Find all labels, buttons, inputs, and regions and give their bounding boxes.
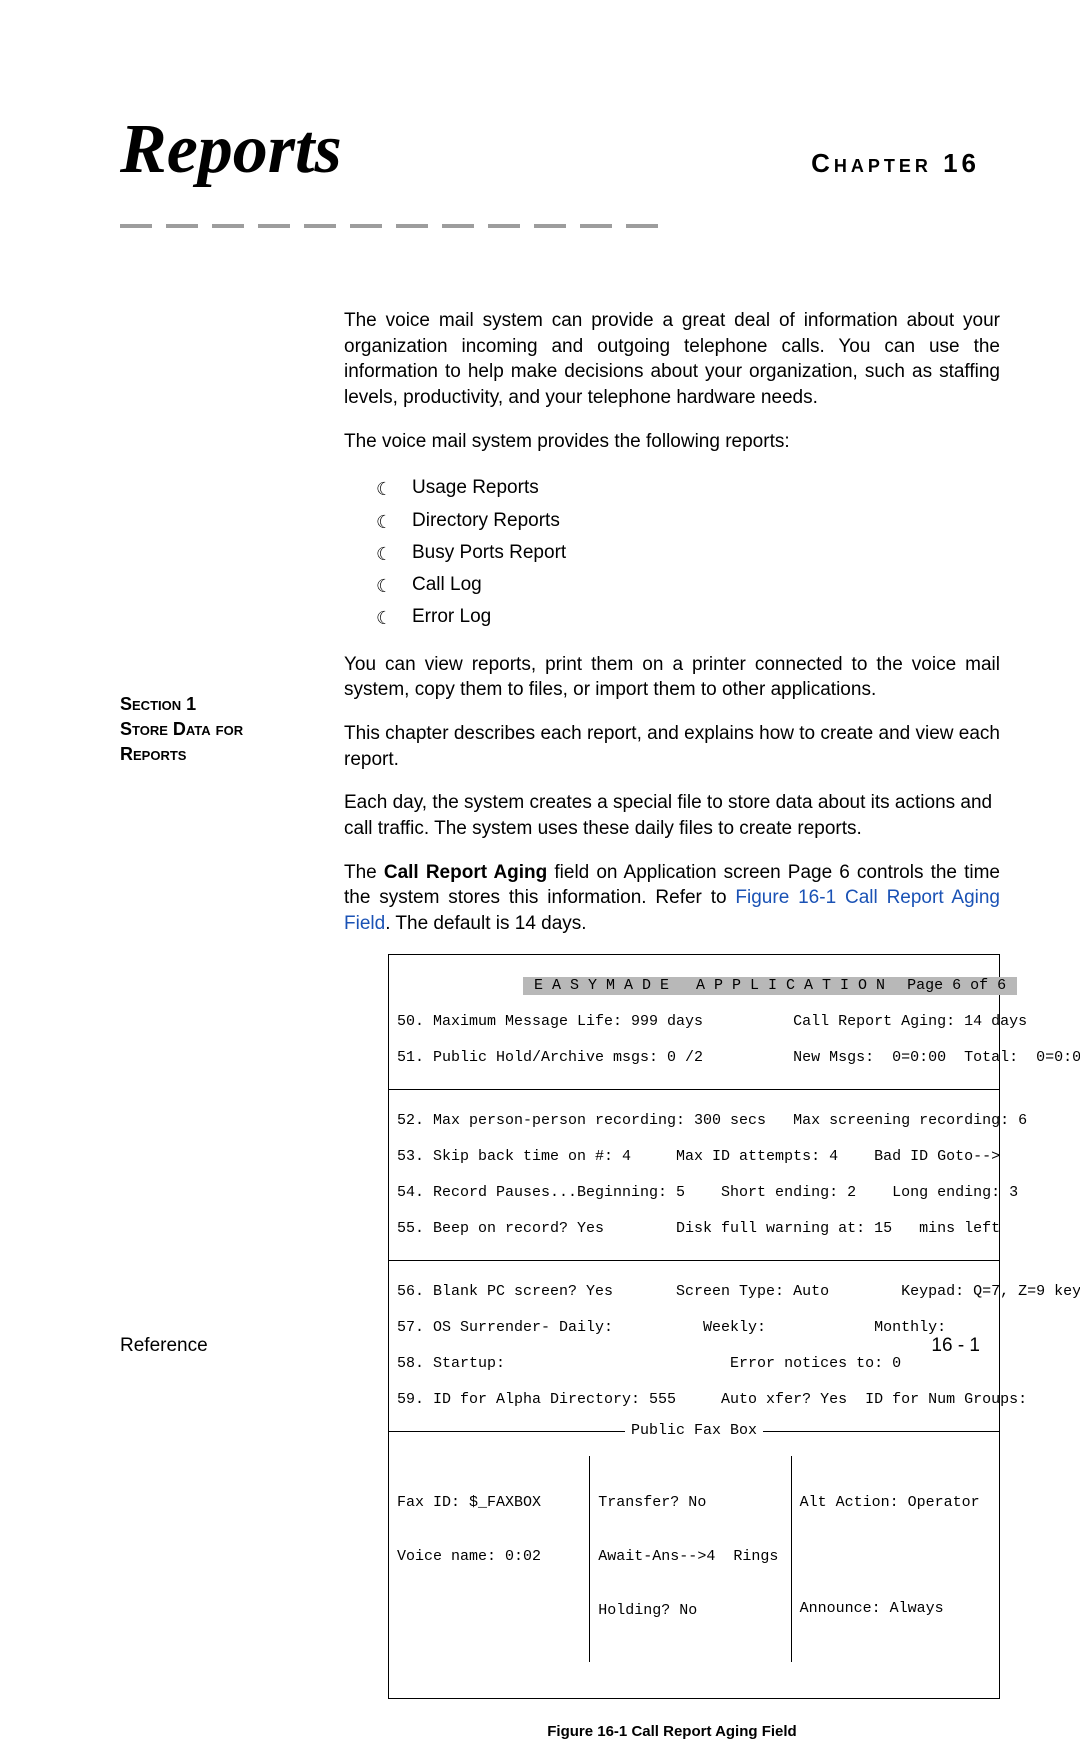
terminal-screenshot: E A S Y M A D E A P P L I C A T I O N Pa… bbox=[388, 954, 1000, 1699]
terminal-line: Fax ID: $_FAXBOX bbox=[397, 1494, 581, 1512]
list-item: Usage Reports bbox=[376, 472, 1000, 504]
list-item: Directory Reports bbox=[376, 505, 1000, 537]
terminal-line: 52. Max person-person recording: 300 sec… bbox=[397, 1112, 991, 1130]
footer-page-number: 16 - 1 bbox=[931, 1335, 980, 1357]
section-number: Section 1 bbox=[120, 692, 320, 717]
terminal-banner-page: Page 6 of 6 bbox=[896, 977, 1017, 995]
terminal-line: 58. Startup: Error notices to: 0 bbox=[397, 1355, 991, 1373]
text: The bbox=[344, 862, 384, 883]
chapter-label: Chapter 16 bbox=[811, 148, 980, 179]
list-item: Busy Ports Report bbox=[376, 537, 1000, 569]
list-item: Call Log bbox=[376, 569, 1000, 601]
terminal-line: Transfer? No bbox=[598, 1494, 782, 1512]
divider-dashes bbox=[120, 224, 688, 228]
terminal-line: Holding? No bbox=[598, 1602, 782, 1620]
intro-para-2: The voice mail system provides the follo… bbox=[344, 429, 1000, 455]
section-title-line2: Reports bbox=[120, 742, 320, 767]
terminal-line: Announce: Always bbox=[800, 1600, 991, 1618]
intro-para-3: You can view reports, print them on a pr… bbox=[344, 652, 1000, 703]
terminal-line: Voice name: 0:02 bbox=[397, 1548, 581, 1566]
page-title: Reports bbox=[120, 110, 342, 190]
terminal-line: Alt Action: Operator bbox=[800, 1494, 991, 1512]
terminal-banner-title: E A S Y M A D E A P P L I C A T I O N bbox=[523, 977, 896, 995]
list-item: Error Log bbox=[376, 601, 1000, 633]
terminal-line: 56. Blank PC screen? Yes Screen Type: Au… bbox=[397, 1283, 991, 1301]
section1-para-1: Each day, the system creates a special f… bbox=[344, 790, 1000, 841]
terminal-line: Await-Ans-->4 Rings bbox=[598, 1548, 782, 1566]
terminal-line: 59. ID for Alpha Directory: 555 Auto xfe… bbox=[397, 1391, 991, 1409]
terminal-line: 51. Public Hold/Archive msgs: 0 /2 New M… bbox=[397, 1049, 991, 1067]
figure-caption: Figure 16-1 Call Report Aging Field bbox=[344, 1723, 1000, 1740]
terminal-line: 54. Record Pauses...Beginning: 5 Short e… bbox=[397, 1184, 991, 1202]
text: . The default is 14 days. bbox=[385, 913, 586, 934]
terminal-line: 50. Maximum Message Life: 999 days Call … bbox=[397, 1013, 991, 1031]
terminal-line: 55. Beep on record? Yes Disk full warnin… bbox=[397, 1220, 991, 1238]
intro-para-1: The voice mail system can provide a grea… bbox=[344, 308, 1000, 411]
terminal-line: 53. Skip back time on #: 4 Max ID attemp… bbox=[397, 1148, 991, 1166]
section-title-line1: Store Data for bbox=[120, 717, 320, 742]
section-heading: Section 1 Store Data for Reports bbox=[120, 692, 320, 768]
bold-term: Call Report Aging bbox=[384, 862, 547, 883]
section1-para-2: The Call Report Aging field on Applicati… bbox=[344, 860, 1000, 937]
footer-left: Reference bbox=[120, 1335, 208, 1357]
intro-para-4: This chapter describes each report, and … bbox=[344, 721, 1000, 772]
terminal-fieldset-label: Public Fax Box bbox=[625, 1422, 763, 1439]
